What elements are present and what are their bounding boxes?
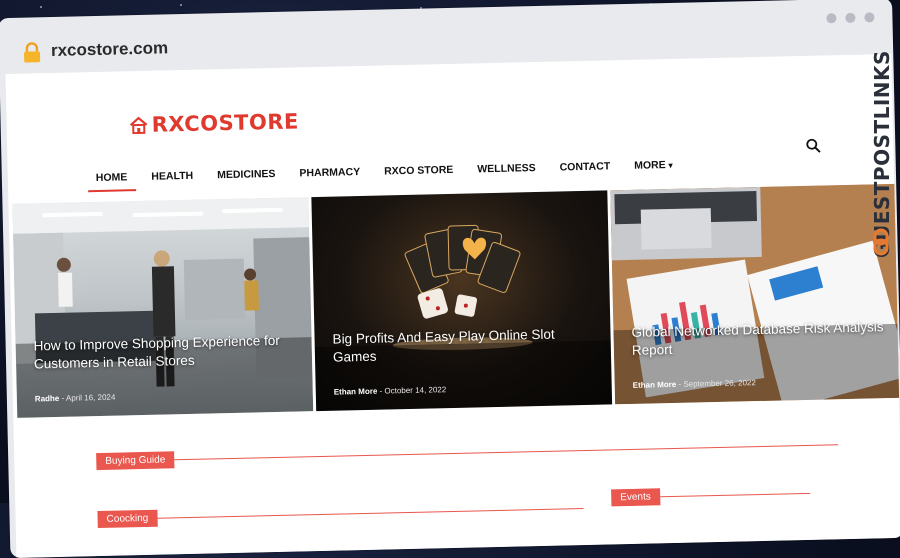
card-author[interactable]: Radhe (35, 394, 60, 404)
card-title[interactable]: Big Profits And Easy Play Online Slot Ga… (332, 324, 593, 366)
section-divider (174, 443, 839, 460)
section-tag-buying-guide[interactable]: Buying Guide (96, 450, 175, 470)
card-author[interactable]: Ethan More (633, 380, 677, 390)
card-meta: Radhe - April 16, 2024 (35, 393, 116, 404)
browser-window: rxcostore.com RXCOSTORE HOME HEALTH MEDI… (0, 0, 900, 558)
card-date: September 26, 2022 (683, 378, 756, 389)
card-date: October 14, 2022 (384, 385, 447, 396)
main-nav: HOME HEALTH MEDICINES PHARMACY RXCO STOR… (86, 159, 687, 193)
featured-grid: How to Improve Shopping Experience for C… (12, 183, 900, 422)
window-controls (826, 12, 875, 24)
house-icon (129, 116, 148, 135)
featured-card[interactable]: Big Profits And Easy Play Online Slot Ga… (311, 190, 613, 412)
nav-pharmacy[interactable]: PHARMACY (289, 166, 374, 188)
nav-health[interactable]: HEALTH (141, 169, 207, 190)
casino-image (314, 224, 613, 412)
logo-text: RXCOSTORE (151, 109, 300, 137)
window-dot[interactable] (864, 12, 875, 23)
window-dot[interactable] (845, 12, 856, 23)
chevron-down-icon: ▾ (668, 160, 673, 171)
featured-card[interactable]: How to Improve Shopping Experience for C… (12, 197, 314, 418)
link-icon (873, 228, 889, 256)
report-desk-image (610, 183, 900, 405)
featured-card[interactable]: Global Networked Database Risk Analysis … (610, 183, 900, 405)
web-page: RXCOSTORE HOME HEALTH MEDICINES PHARMACY… (5, 53, 900, 558)
browser-chrome: rxcostore.com RXCOSTORE HOME HEALTH MEDI… (0, 0, 900, 558)
card-date: April 16, 2024 (65, 392, 116, 403)
site-logo[interactable]: RXCOSTORE (128, 109, 299, 137)
section-coocking: Coocking (97, 499, 584, 528)
section-divider (659, 492, 810, 497)
watermark-text: GUESTPOSTLINKS (870, 50, 894, 258)
section-divider (157, 507, 584, 519)
section-buying-guide: Buying Guide (96, 435, 839, 470)
search-icon[interactable] (805, 138, 821, 154)
retail-store-image (12, 197, 314, 418)
window-dot[interactable] (826, 13, 837, 24)
url-text[interactable]: rxcostore.com (51, 38, 169, 61)
lock-icon (24, 42, 41, 63)
nav-more-label: MORE (634, 159, 666, 172)
card-title[interactable]: How to Improve Shopping Experience for C… (33, 331, 294, 373)
nav-medicines[interactable]: MEDICINES (207, 168, 290, 190)
card-title[interactable]: Global Networked Database Risk Analysis … (631, 318, 888, 360)
nav-more[interactable]: MORE ▾ (624, 159, 687, 180)
section-tag-events[interactable]: Events (611, 487, 661, 506)
nav-rxco-store[interactable]: RXCO STORE (374, 164, 468, 186)
section-events: Events (611, 484, 810, 507)
nav-wellness[interactable]: WELLNESS (467, 162, 550, 184)
section-tag-coocking[interactable]: Coocking (97, 509, 158, 528)
nav-contact[interactable]: CONTACT (550, 160, 625, 182)
nav-home[interactable]: HOME (86, 171, 142, 192)
card-author[interactable]: Ethan More (334, 387, 378, 397)
